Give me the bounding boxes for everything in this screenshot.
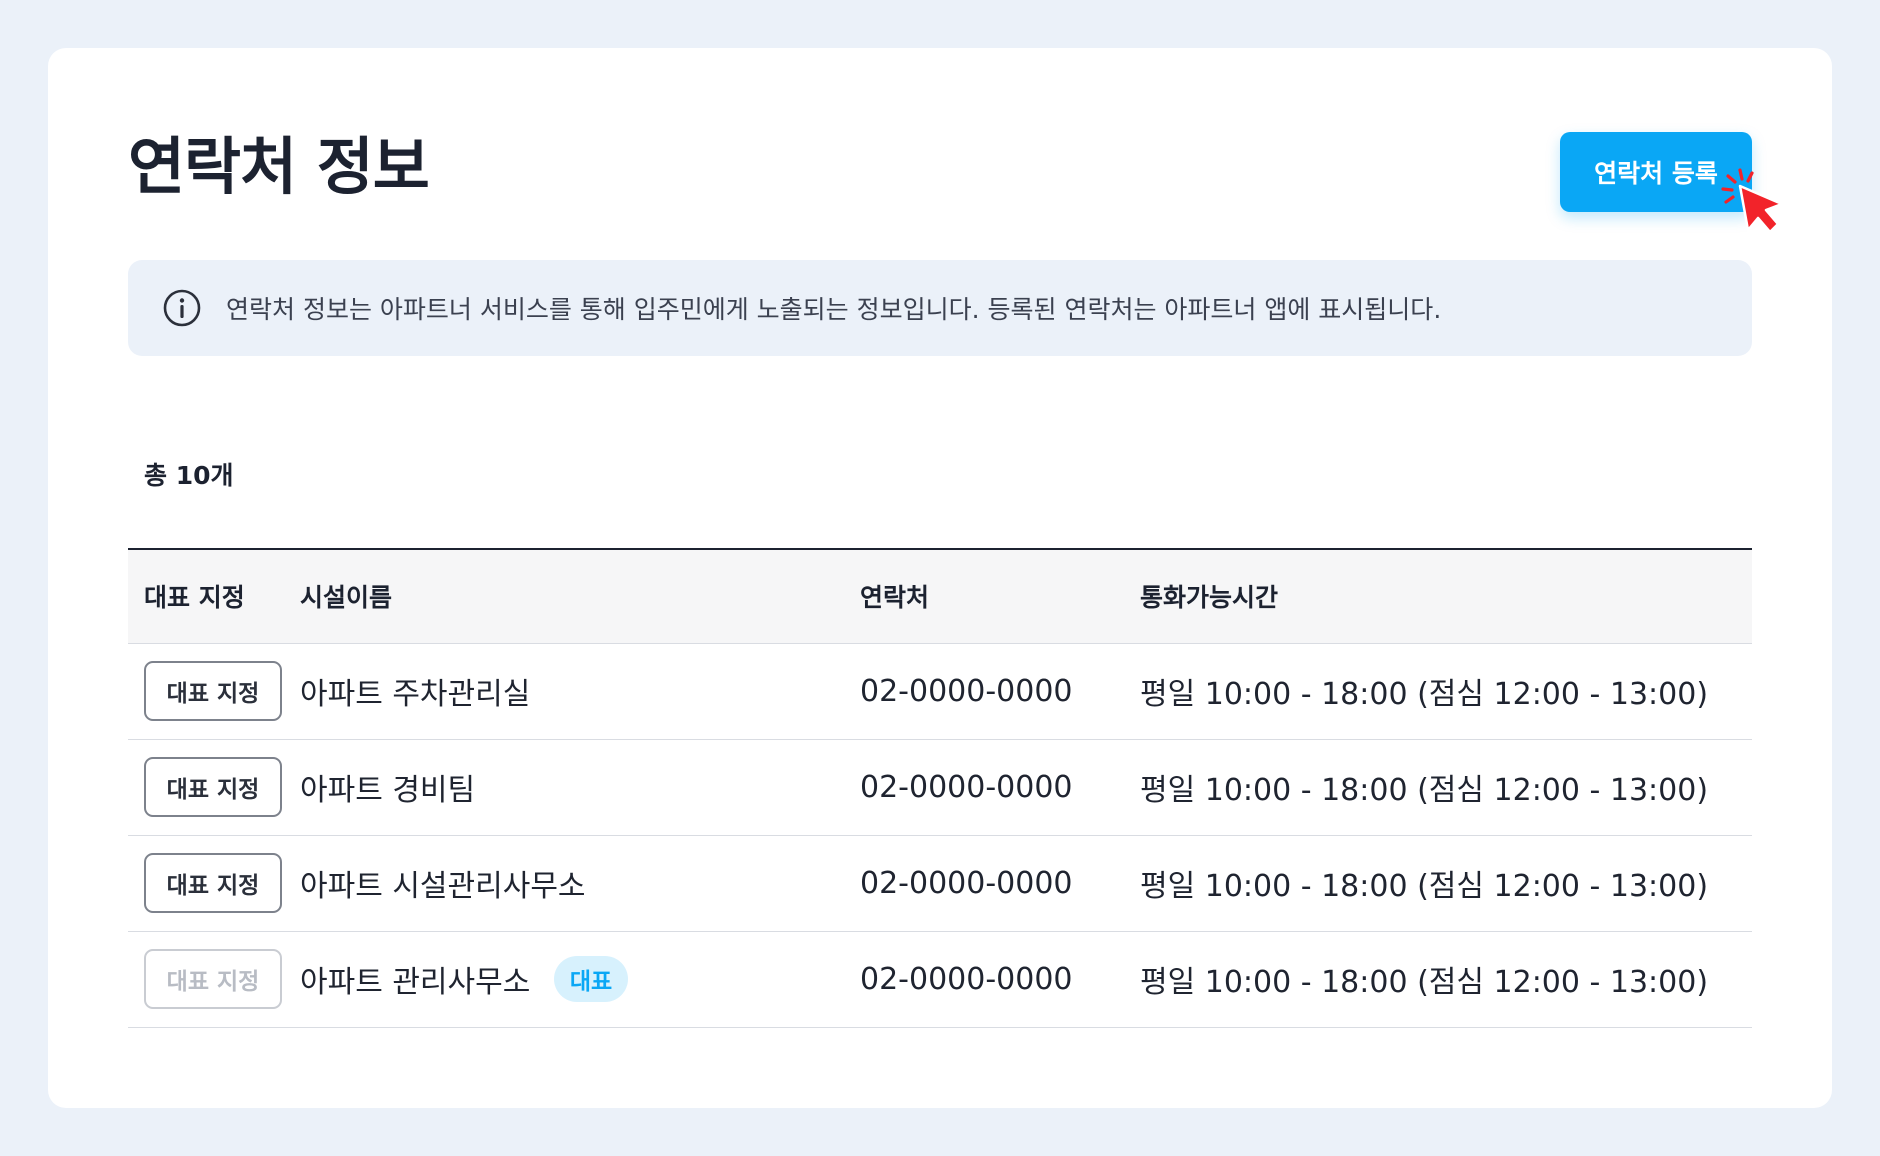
table-row: 대표 지정 아파트 관리사무소 대표 02-0000-0000 평일 10:00…	[128, 931, 1752, 1028]
facility-name: 아파트 주차관리실	[300, 677, 531, 712]
call-hours-cell: 평일 10:00 - 18:00 (점심 12:00 - 13:00)	[1140, 835, 1752, 932]
header-call-hours: 통화가능시간	[1140, 548, 1752, 644]
phone-cell: 02-0000-0000	[860, 739, 1140, 836]
info-text: 연락처 정보는 아파트너 서비스를 통해 입주민에게 노출되는 정보입니다. 등…	[226, 295, 1442, 324]
facility-name-cell: 아파트 주차관리실	[300, 643, 860, 740]
table-header-row: 대표 지정 시설이름 연락처 통화가능시간	[128, 548, 1752, 644]
phone-cell: 02-0000-0000	[860, 931, 1140, 1028]
total-count: 총 10개	[144, 461, 234, 490]
set-representative-button-disabled: 대표 지정	[144, 949, 282, 1009]
set-representative-button[interactable]: 대표 지정	[144, 661, 282, 721]
facility-name-cell: 아파트 관리사무소 대표	[300, 931, 860, 1028]
representative-cell: 대표 지정	[128, 643, 300, 740]
facility-name-cell: 아파트 경비팀	[300, 739, 860, 836]
facility-name-cell: 아파트 시설관리사무소	[300, 835, 860, 932]
contact-info-card: 연락처 정보 연락처 등록 연락처 정보는 아파트너 서비스를 통해 입주민에게…	[48, 48, 1832, 1108]
representative-cell: 대표 지정	[128, 835, 300, 932]
representative-badge: 대표	[553, 956, 629, 1002]
table-row: 대표 지정 아파트 주차관리실 02-0000-0000 평일 10:00 - …	[128, 643, 1752, 740]
set-representative-button[interactable]: 대표 지정	[144, 757, 282, 817]
call-hours-cell: 평일 10:00 - 18:00 (점심 12:00 - 13:00)	[1140, 931, 1752, 1028]
phone-cell: 02-0000-0000	[860, 643, 1140, 740]
contact-table: 대표 지정 시설이름 연락처 통화가능시간 대표 지정 아파트 주차관리실 02…	[128, 548, 1752, 1028]
representative-cell: 대표 지정	[128, 931, 300, 1028]
header-facility-name: 시설이름	[300, 548, 860, 644]
pointer-cursor-icon	[1721, 168, 1784, 234]
header-phone: 연락처	[860, 548, 1140, 644]
phone-cell: 02-0000-0000	[860, 835, 1140, 932]
facility-name: 아파트 시설관리사무소	[300, 869, 586, 904]
table-row: 대표 지정 아파트 경비팀 02-0000-0000 평일 10:00 - 18…	[128, 739, 1752, 836]
facility-name: 아파트 관리사무소	[300, 965, 531, 1000]
set-representative-button[interactable]: 대표 지정	[144, 853, 282, 913]
representative-cell: 대표 지정	[128, 739, 300, 836]
call-hours-cell: 평일 10:00 - 18:00 (점심 12:00 - 13:00)	[1140, 739, 1752, 836]
call-hours-cell: 평일 10:00 - 18:00 (점심 12:00 - 13:00)	[1140, 643, 1752, 740]
info-notice: 연락처 정보는 아파트너 서비스를 통해 입주민에게 노출되는 정보입니다. 등…	[128, 260, 1752, 356]
info-circle-icon	[163, 289, 201, 327]
facility-name: 아파트 경비팀	[300, 773, 476, 808]
table-row: 대표 지정 아파트 시설관리사무소 02-0000-0000 평일 10:00 …	[128, 835, 1752, 932]
header-representative: 대표 지정	[128, 548, 300, 644]
page-title: 연락처 정보	[128, 130, 430, 203]
